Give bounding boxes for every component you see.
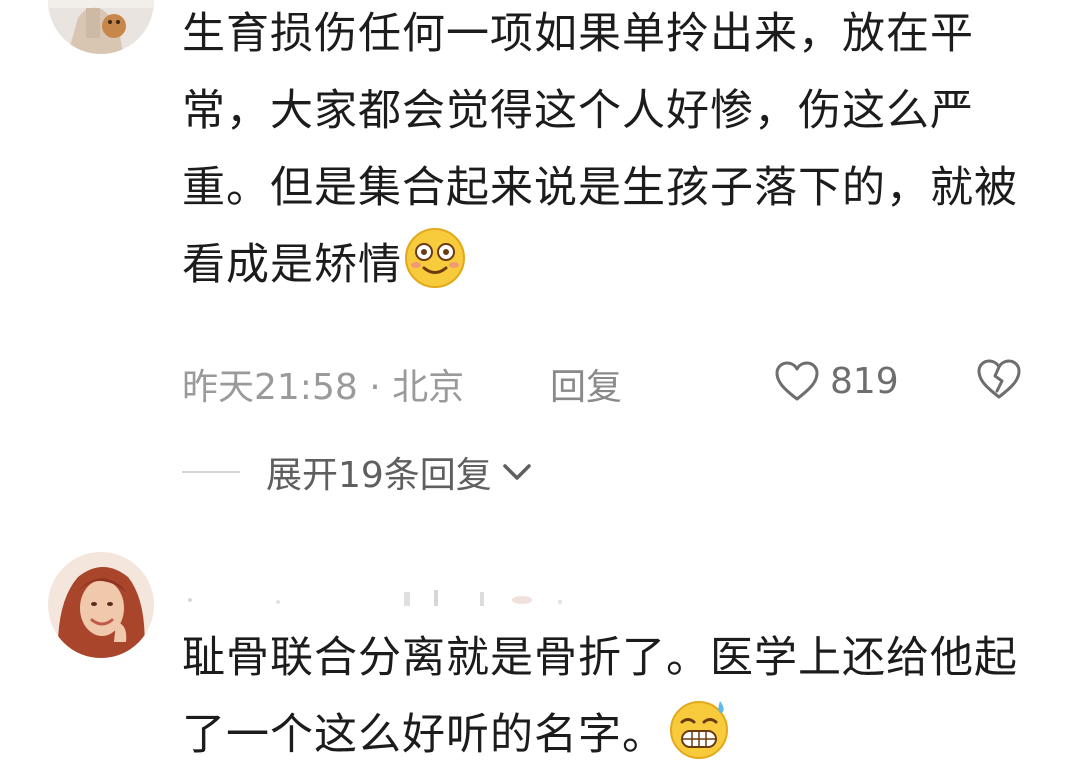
avatar[interactable] xyxy=(48,0,154,54)
comment-body: 生育损伤任何一项如果单拎出来，放在平常，大家都会觉得这个人好惨，伤这么严重。但是… xyxy=(182,9,1018,290)
comment-meta: 昨天21:58 · 北京 回复 819 xyxy=(182,350,1042,410)
chevron-down-icon xyxy=(500,460,534,484)
dislike-button[interactable] xyxy=(976,358,1022,400)
username-redacted xyxy=(182,566,582,610)
avatar[interactable] xyxy=(48,552,154,658)
heart-icon xyxy=(775,361,819,401)
comment-body: 耻骨联合分离就是骨折了。医学上还给他起了一个这么好听的名字。 xyxy=(182,633,1018,760)
reply-button[interactable]: 回复 xyxy=(550,358,622,410)
dizzy-smile-emoji-icon xyxy=(404,227,466,289)
broken-heart-icon xyxy=(977,359,1021,399)
divider-line xyxy=(182,471,240,473)
comment-thread: 生育损伤任何一项如果单拎出来，放在平常，大家都会觉得这个人好惨，伤这么严重。但是… xyxy=(0,0,1080,776)
like-count: 819 xyxy=(830,360,899,402)
expand-replies-label: 展开19条回复 xyxy=(266,455,492,496)
comment-text: 耻骨联合分离就是骨折了。医学上还给他起了一个这么好听的名字。 xyxy=(182,620,1042,774)
grimace-sweat-emoji-icon xyxy=(668,697,730,759)
expand-replies[interactable]: 展开19条回复 xyxy=(182,442,534,502)
comment-time-location: 昨天21:58 · 北京 xyxy=(182,367,465,408)
like-button[interactable]: 819 xyxy=(774,356,899,406)
comment-text: 生育损伤任何一项如果单拎出来，放在平常，大家都会觉得这个人好惨，伤这么严重。但是… xyxy=(182,0,1042,304)
